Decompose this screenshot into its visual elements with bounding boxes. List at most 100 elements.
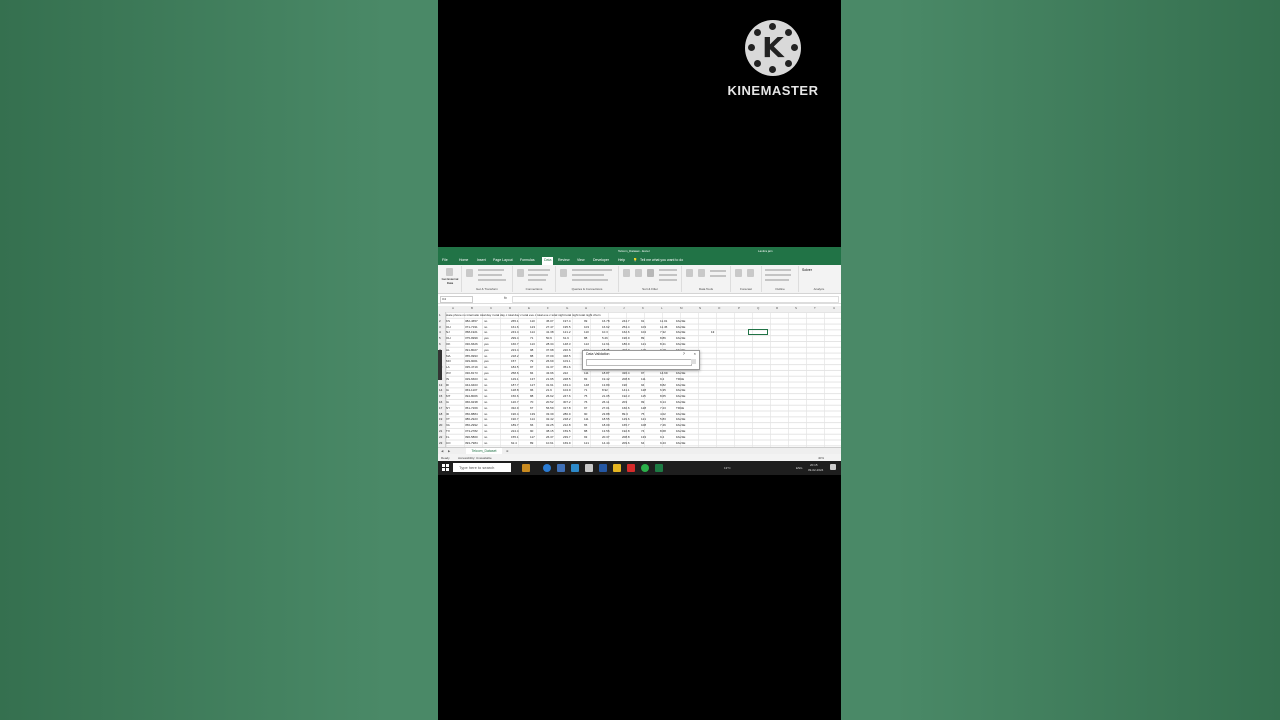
cell[interactable]: no <box>484 388 487 392</box>
col-a[interactable]: A <box>452 306 454 310</box>
cell[interactable]: 222 <box>563 371 568 375</box>
properties-button[interactable] <box>528 274 548 276</box>
cell[interactable]: 99 <box>641 400 644 404</box>
cell[interactable]: 21.9 <box>546 388 552 392</box>
cell[interactable]: 14.44 <box>602 441 610 445</box>
cell[interactable]: 363-1107 <box>465 388 477 392</box>
col-p[interactable]: P <box>738 306 740 310</box>
cell[interactable]: FALSE <box>676 388 685 392</box>
cell[interactable]: 66 <box>530 423 533 427</box>
cell[interactable]: 373-2782 <box>465 429 478 433</box>
cell[interactable]: MO <box>446 359 451 363</box>
cell[interactable]: 23.88 <box>602 412 610 416</box>
cell[interactable]: 89.3 <box>622 412 628 416</box>
cell[interactable]: CO <box>446 441 451 445</box>
cell[interactable]: MA <box>446 354 451 358</box>
cell[interactable]: 396-5800 <box>465 435 478 439</box>
cell[interactable]: VT <box>446 417 450 421</box>
cell[interactable]: 254.4 <box>622 325 630 329</box>
cell[interactable]: FALSE <box>676 423 685 427</box>
cell[interactable]: 141.1 <box>622 388 630 392</box>
cell[interactable]: 196.4 <box>511 412 519 416</box>
cell[interactable]: no <box>484 429 487 433</box>
cell[interactable]: 97 <box>641 371 644 375</box>
cell[interactable]: 7.23 <box>660 406 666 410</box>
cell[interactable]: 67 <box>530 406 533 410</box>
cell[interactable]: 358-1921 <box>465 330 478 334</box>
cell[interactable]: 33.39 <box>546 412 554 416</box>
cell[interactable]: 8.65 <box>660 394 666 398</box>
cell[interactable]: 88 <box>584 336 587 340</box>
cell[interactable]: 356-2992 <box>465 423 478 427</box>
cell[interactable]: 26.62 <box>546 394 554 398</box>
cell[interactable]: 26.37 <box>546 435 554 439</box>
cell[interactable]: 9.43 <box>660 441 666 445</box>
cell[interactable]: 195.5 <box>563 325 571 329</box>
subtotal-button[interactable] <box>765 279 789 281</box>
next-sheet-icon[interactable]: ▶ <box>448 449 450 453</box>
cell[interactable]: RI <box>446 383 449 387</box>
cell[interactable]: 76 <box>584 400 587 404</box>
cell[interactable]: 307.2 <box>563 400 571 404</box>
whatsapp-icon[interactable] <box>641 464 649 472</box>
col-q[interactable]: Q <box>757 306 759 310</box>
word-icon[interactable] <box>599 464 607 472</box>
cell[interactable]: 351.6 <box>563 365 571 369</box>
data-validation-button[interactable] <box>710 270 726 272</box>
cell[interactable]: no <box>484 417 487 421</box>
cell[interactable]: 166.7 <box>511 342 519 346</box>
cell[interactable]: 103.1 <box>563 359 571 363</box>
cell[interactable]: 115 <box>641 394 646 398</box>
cell[interactable]: 351-7269 <box>465 406 478 410</box>
accessibility-status[interactable]: Accessibility: Unavailable <box>458 456 492 460</box>
group-button[interactable] <box>765 269 791 271</box>
cell[interactable]: 133 <box>641 435 646 439</box>
sort-icon[interactable] <box>635 269 642 277</box>
cell[interactable]: 74 <box>641 429 644 433</box>
cell[interactable]: 45.07 <box>546 319 554 323</box>
cell[interactable]: 196.9 <box>622 336 630 340</box>
cell[interactable]: 189.7 <box>511 423 519 427</box>
cell[interactable]: 26.69 <box>546 359 554 363</box>
cell[interactable]: 108 <box>641 423 646 427</box>
cell[interactable]: 190.7 <box>511 417 519 421</box>
cell[interactable]: 196 <box>622 383 627 387</box>
cell[interactable]: FALSE <box>676 336 685 340</box>
relationships-button[interactable] <box>710 275 726 277</box>
cell[interactable]: KS <box>446 319 450 323</box>
cell[interactable]: 128 <box>641 388 646 392</box>
cell[interactable]: 103 <box>584 325 589 329</box>
cell[interactable]: 37.09 <box>546 354 554 358</box>
cell[interactable]: 61.9 <box>563 336 569 340</box>
cell[interactable]: NJ <box>446 330 450 334</box>
cell-o4[interactable]: 13 <box>711 330 714 334</box>
col-j[interactable]: J <box>623 306 625 310</box>
tab-file[interactable]: File <box>442 258 448 262</box>
cell[interactable]: 393-7984 <box>465 441 478 445</box>
cell[interactable]: 90 <box>584 412 587 416</box>
forecast-sheet-icon[interactable] <box>747 269 754 277</box>
tab-page-layout[interactable]: Page Layout <box>493 258 513 262</box>
tab-data[interactable]: Data <box>542 257 554 265</box>
cell[interactable]: yes <box>484 336 489 340</box>
cell[interactable]: no <box>484 354 487 358</box>
cell[interactable]: 244.7 <box>622 319 630 323</box>
get-data-icon[interactable] <box>446 268 453 276</box>
cell[interactable]: 99 <box>584 319 587 323</box>
cell[interactable]: 344-9403 <box>465 383 478 387</box>
cell[interactable]: 110 <box>584 330 589 334</box>
cell[interactable]: 128 <box>641 406 646 410</box>
cell[interactable]: FALSE <box>676 342 685 346</box>
cell[interactable]: yes <box>484 359 489 363</box>
cell[interactable]: no <box>484 383 487 387</box>
cell[interactable]: 160.6 <box>622 406 630 410</box>
cell[interactable]: 187.7 <box>511 383 519 387</box>
cell[interactable]: 89 <box>530 441 533 445</box>
cell[interactable]: 14.69 <box>660 371 668 375</box>
cell[interactable]: 123 <box>530 325 535 329</box>
cell[interactable]: no <box>484 406 487 410</box>
cell[interactable]: 79 <box>530 359 533 363</box>
cell[interactable]: FALSE <box>676 417 685 421</box>
taskbar-search[interactable]: Type here to search <box>453 463 511 472</box>
cell[interactable]: 88 <box>530 354 533 358</box>
